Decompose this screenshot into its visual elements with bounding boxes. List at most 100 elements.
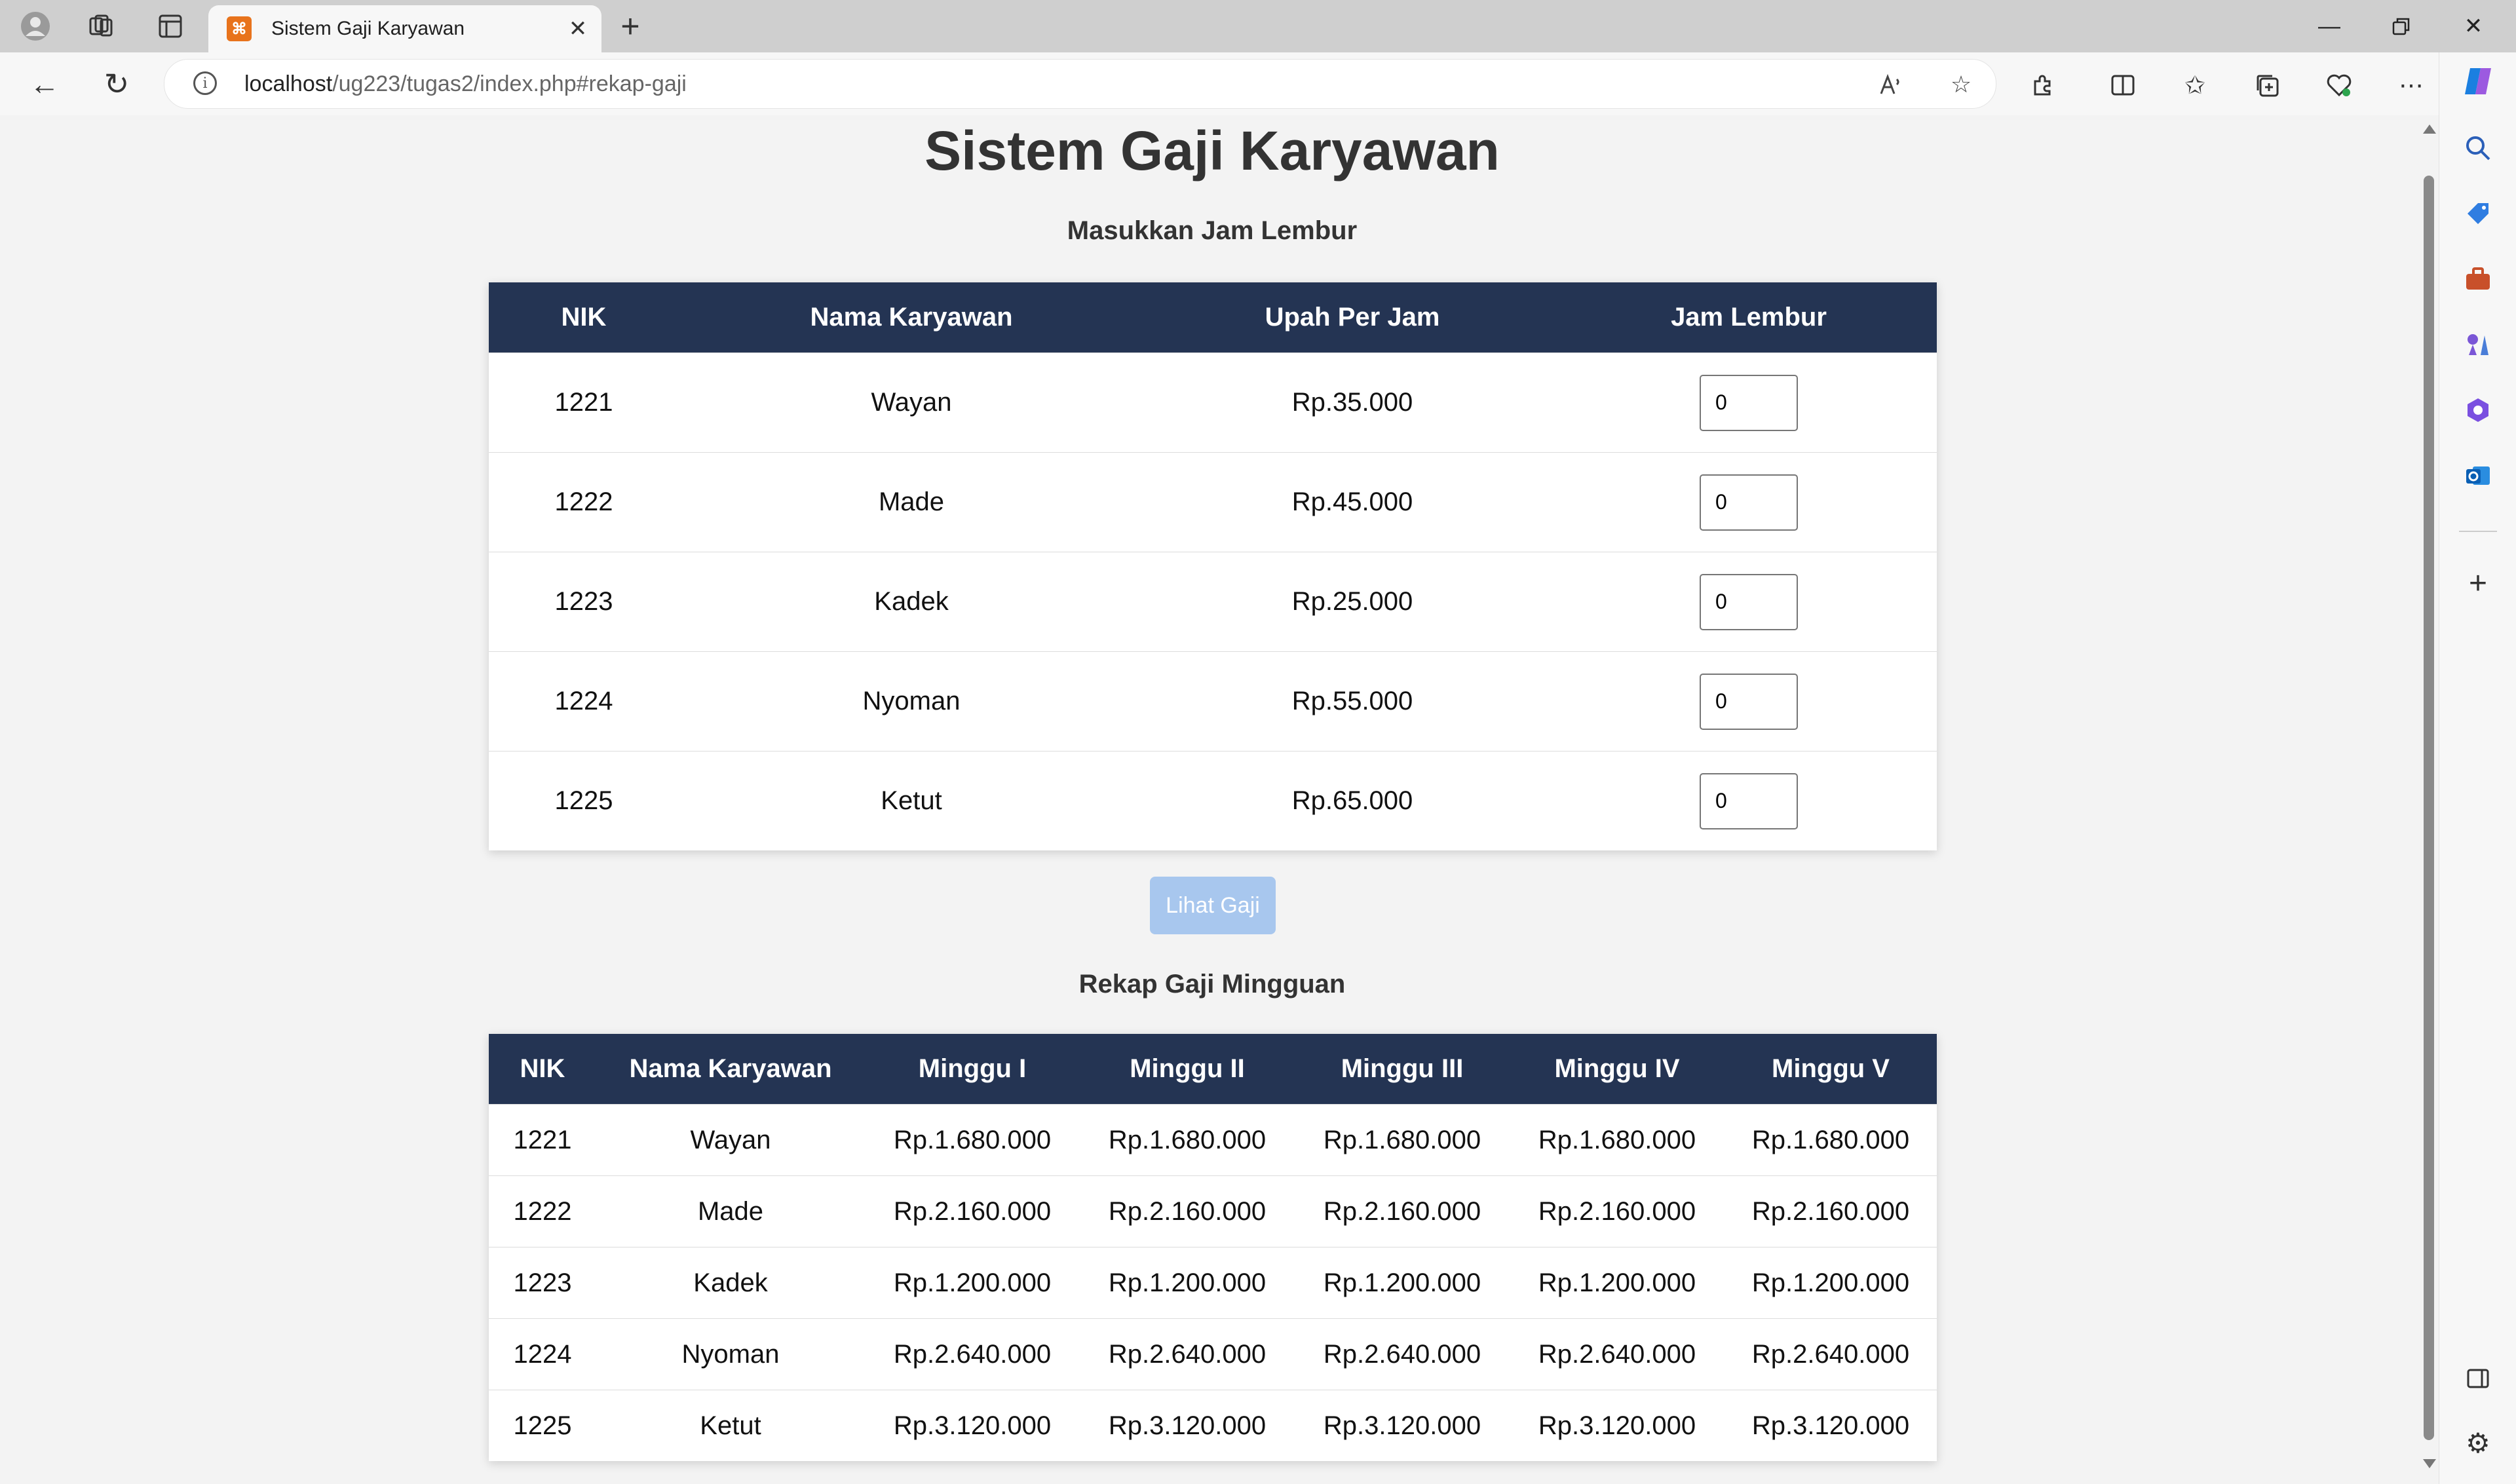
hourly-wage-cell: Rp.65.000 bbox=[1144, 751, 1561, 850]
add-icon[interactable]: + bbox=[2458, 563, 2498, 603]
column-header: Minggu V bbox=[1725, 1034, 1937, 1105]
new-tab-icon[interactable]: + bbox=[612, 8, 649, 45]
weekly-salary-recap-table: NIK Nama Karyawan Minggu I Minggu II Min… bbox=[489, 1034, 1937, 1461]
extensions-icon[interactable] bbox=[2025, 67, 2061, 104]
week-salary-cell: Rp.2.640.000 bbox=[1295, 1318, 1510, 1390]
close-icon[interactable]: ✕ bbox=[565, 16, 591, 42]
games-icon[interactable] bbox=[2458, 325, 2498, 364]
nik-cell: 1224 bbox=[489, 651, 679, 752]
week-salary-cell: Rp.2.160.000 bbox=[1295, 1175, 1510, 1247]
nik-cell: 1222 bbox=[489, 452, 679, 552]
reload-icon[interactable]: ↻ bbox=[97, 66, 136, 102]
collections-icon[interactable] bbox=[2249, 67, 2285, 104]
copilot-icon[interactable] bbox=[2458, 62, 2498, 101]
week-salary-cell: Rp.1.680.000 bbox=[865, 1104, 1080, 1176]
hourly-wage-cell: Rp.35.000 bbox=[1144, 352, 1561, 453]
scroll-up-arrow-icon[interactable] bbox=[2423, 124, 2436, 134]
page-title: Sistem Gaji Karyawan bbox=[924, 120, 1500, 181]
column-header: Minggu IV bbox=[1510, 1034, 1725, 1105]
week-salary-cell: Rp.1.680.000 bbox=[1080, 1104, 1295, 1176]
employee-name-cell: Made bbox=[679, 452, 1144, 552]
tab-actions-icon[interactable] bbox=[152, 8, 189, 45]
column-header: Upah Per Jam bbox=[1144, 282, 1561, 353]
table-row: 1225 Ketut Rp.65.000 bbox=[489, 751, 1937, 850]
xampp-favicon-icon: ⌘ bbox=[227, 16, 252, 41]
sidebar-toggle-icon[interactable] bbox=[2458, 1359, 2498, 1398]
sidebar-divider bbox=[2459, 531, 2497, 532]
nik-cell: 1221 bbox=[489, 1104, 596, 1176]
scroll-down-arrow-icon[interactable] bbox=[2423, 1459, 2436, 1468]
week-salary-cell: Rp.2.160.000 bbox=[1080, 1175, 1295, 1247]
minimize-icon[interactable]: — bbox=[2293, 0, 2365, 52]
scroll-thumb[interactable] bbox=[2424, 176, 2434, 1440]
recap-section-title: Rekap Gaji Mingguan bbox=[1078, 970, 1346, 999]
column-header: Nama Karyawan bbox=[679, 282, 1144, 353]
outlook-icon[interactable] bbox=[2458, 456, 2498, 495]
week-salary-cell: Rp.1.200.000 bbox=[1295, 1247, 1510, 1319]
back-icon[interactable]: ← bbox=[25, 66, 64, 102]
column-header: Minggu III bbox=[1295, 1034, 1510, 1105]
overtime-hours-input[interactable] bbox=[1700, 374, 1798, 431]
microsoft365-icon[interactable] bbox=[2458, 390, 2498, 430]
overtime-hours-input[interactable] bbox=[1700, 474, 1798, 531]
workspaces-icon[interactable] bbox=[83, 8, 119, 45]
nik-cell: 1223 bbox=[489, 1247, 596, 1319]
input-section-title: Masukkan Jam Lembur bbox=[1067, 216, 1358, 245]
week-salary-cell: Rp.1.200.000 bbox=[1725, 1247, 1937, 1319]
hourly-wage-cell: Rp.45.000 bbox=[1144, 452, 1561, 552]
settings-icon[interactable]: ⚙ bbox=[2458, 1423, 2498, 1462]
info-icon[interactable]: i bbox=[193, 71, 217, 95]
week-salary-cell: Rp.2.640.000 bbox=[865, 1318, 1080, 1390]
shopping-icon[interactable] bbox=[2458, 194, 2498, 233]
employee-name-cell: Nyoman bbox=[596, 1318, 865, 1390]
overtime-hours-input[interactable] bbox=[1700, 673, 1798, 730]
employee-name-cell: Ketut bbox=[596, 1390, 865, 1461]
read-aloud-icon[interactable] bbox=[1875, 69, 1906, 100]
active-tab[interactable]: ⌘ Sistem Gaji Karyawan ✕ bbox=[208, 5, 601, 52]
edge-sidebar: + ⚙ bbox=[2439, 52, 2516, 1484]
employee-name-cell: Wayan bbox=[679, 352, 1144, 453]
page-content: Sistem Gaji Karyawan Masukkan Jam Lembur… bbox=[0, 115, 2418, 1484]
overtime-hours-input[interactable] bbox=[1700, 772, 1798, 829]
week-salary-cell: Rp.2.640.000 bbox=[1080, 1318, 1295, 1390]
nik-cell: 1225 bbox=[489, 751, 679, 850]
window-close-icon[interactable]: ✕ bbox=[2437, 0, 2509, 52]
table-row: 1224 Nyoman Rp.55.000 bbox=[489, 651, 1937, 752]
profile-icon[interactable] bbox=[17, 8, 54, 45]
split-screen-icon[interactable] bbox=[2105, 67, 2141, 104]
address-bar[interactable]: i localhost/ug223/tugas2/index.php#rekap… bbox=[164, 59, 1996, 109]
column-header: NIK bbox=[489, 1034, 596, 1105]
overtime-hours-input[interactable] bbox=[1700, 573, 1798, 630]
browser-essentials-icon[interactable] bbox=[2321, 67, 2357, 104]
overtime-input-table: NIK Nama Karyawan Upah Per Jam Jam Lembu… bbox=[489, 282, 1937, 850]
url-text[interactable]: localhost/ug223/tugas2/index.php#rekap-g… bbox=[244, 71, 687, 97]
table-row: 1223 Kadek Rp.1.200.000 Rp.1.200.000 Rp.… bbox=[489, 1247, 1937, 1319]
restore-icon[interactable] bbox=[2365, 0, 2437, 52]
employee-name-cell: Wayan bbox=[596, 1104, 865, 1176]
overtime-cell bbox=[1561, 552, 1937, 652]
tools-icon[interactable] bbox=[2458, 259, 2498, 299]
week-salary-cell: Rp.1.200.000 bbox=[865, 1247, 1080, 1319]
week-salary-cell: Rp.2.160.000 bbox=[1510, 1175, 1725, 1247]
week-salary-cell: Rp.3.120.000 bbox=[1510, 1390, 1725, 1461]
week-salary-cell: Rp.1.680.000 bbox=[1510, 1104, 1725, 1176]
nik-cell: 1221 bbox=[489, 352, 679, 453]
favorites-icon[interactable]: ✩ bbox=[2177, 67, 2213, 104]
week-salary-cell: Rp.1.200.000 bbox=[1080, 1247, 1295, 1319]
overtime-cell bbox=[1561, 751, 1937, 850]
table-header-row: NIK Nama Karyawan Minggu I Minggu II Min… bbox=[489, 1034, 1937, 1105]
lihat-gaji-button[interactable]: Lihat Gaji bbox=[1150, 877, 1276, 934]
nik-cell: 1222 bbox=[489, 1175, 596, 1247]
week-salary-cell: Rp.2.160.000 bbox=[1725, 1175, 1937, 1247]
more-icon[interactable]: ⋯ bbox=[2393, 67, 2430, 104]
week-salary-cell: Rp.2.640.000 bbox=[1725, 1318, 1937, 1390]
search-icon[interactable] bbox=[2458, 128, 2498, 168]
table-row: 1222 Made Rp.2.160.000 Rp.2.160.000 Rp.2… bbox=[489, 1175, 1937, 1247]
browser-toolbar: ← ↻ i localhost/ug223/tugas2/index.php#r… bbox=[0, 52, 2516, 116]
week-salary-cell: Rp.3.120.000 bbox=[1080, 1390, 1295, 1461]
employee-name-cell: Nyoman bbox=[679, 651, 1144, 752]
favorite-star-icon[interactable]: ☆ bbox=[1945, 69, 1977, 100]
column-header: NIK bbox=[489, 282, 679, 353]
column-header: Minggu II bbox=[1080, 1034, 1295, 1105]
page-scrollbar[interactable] bbox=[2418, 115, 2439, 1484]
